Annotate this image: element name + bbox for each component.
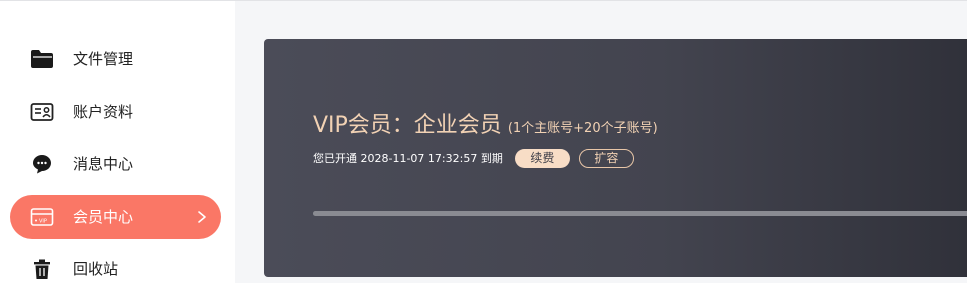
vip-card-icon: VIP bbox=[30, 206, 54, 228]
vip-expiry-text: 您已开通 2028-11-07 17:32:57 到期 bbox=[313, 151, 503, 165]
sidebar-item-account-info[interactable]: 账户资料 bbox=[10, 90, 221, 134]
vip-progress-fill bbox=[313, 211, 967, 216]
svg-text:VIP: VIP bbox=[39, 219, 47, 225]
id-card-icon bbox=[30, 101, 54, 123]
vip-status-row: 您已开通 2028-11-07 17:32:57 到期 续费 扩容 bbox=[313, 149, 634, 168]
expand-button[interactable]: 扩容 bbox=[578, 149, 634, 168]
sidebar-item-label: 回收站 bbox=[73, 260, 119, 278]
renew-button[interactable]: 续费 bbox=[514, 149, 570, 168]
sidebar-item-recycle-bin[interactable]: 回收站 bbox=[10, 247, 221, 283]
sidebar-item-vip-center[interactable]: VIP 会员中心 bbox=[10, 195, 221, 239]
sidebar-item-label: 会员中心 bbox=[73, 208, 134, 226]
trash-icon bbox=[30, 258, 54, 280]
folder-icon bbox=[30, 48, 54, 70]
chevron-right-icon bbox=[195, 209, 209, 225]
sidebar-item-label: 账户资料 bbox=[73, 103, 134, 121]
vip-membership-card: VIP会员：企业会员 (1个主账号+20个子账号) 您已开通 2028-11-0… bbox=[264, 39, 967, 277]
vip-title-row: VIP会员：企业会员 (1个主账号+20个子账号) bbox=[313, 111, 658, 141]
sidebar-item-label: 文件管理 bbox=[73, 50, 134, 68]
vip-subtitle: (1个主账号+20个子账号) bbox=[507, 121, 658, 136]
sidebar-item-label: 消息中心 bbox=[73, 155, 134, 173]
sidebar-item-file-management[interactable]: 文件管理 bbox=[10, 37, 221, 81]
vip-progress-bar bbox=[313, 211, 967, 216]
sidebar-item-message-center[interactable]: 消息中心 bbox=[10, 142, 221, 186]
sidebar: 文件管理 账户资料 消息中心 VIP 会员中心 回收站 bbox=[0, 1, 235, 283]
message-icon bbox=[30, 153, 54, 175]
vip-title: VIP会员：企业会员 bbox=[313, 113, 502, 138]
